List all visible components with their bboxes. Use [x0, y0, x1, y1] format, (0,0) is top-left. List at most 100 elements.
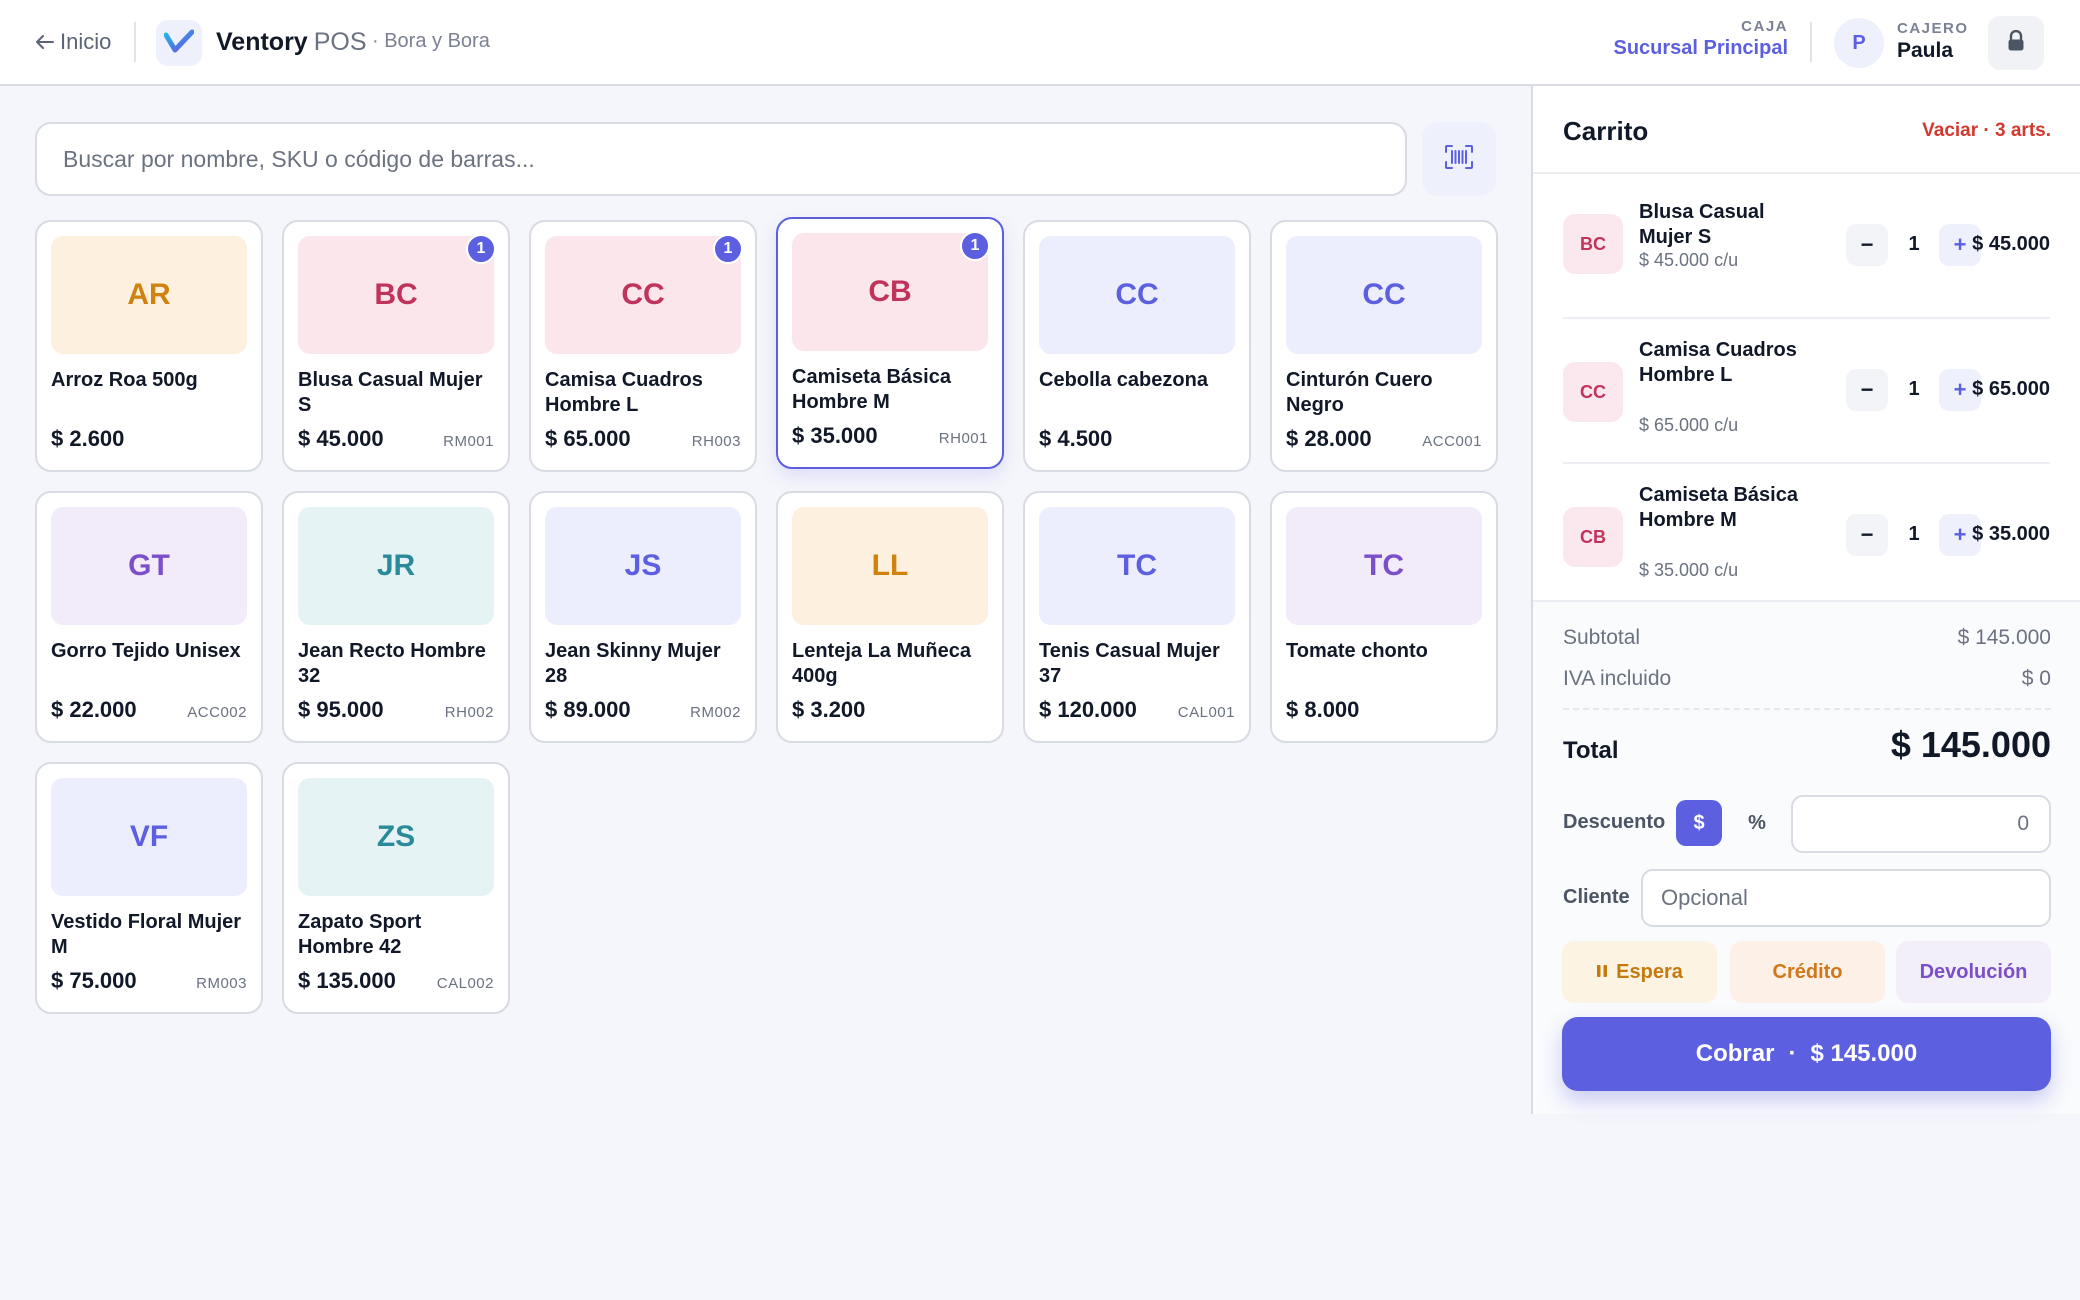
product-name: Blusa Casual Mujer S [298, 369, 483, 416]
product-name: Arroz Roa 500g [51, 369, 198, 391]
product-price: $ 95.000 [298, 697, 384, 722]
product-initials: JS [624, 549, 662, 582]
header-divider [1810, 22, 1812, 62]
product-thumbnail: GT [51, 507, 247, 625]
product-card[interactable]: TC Tenis Casual Mujer 37 $ 120.000 CAL001 [1023, 491, 1251, 743]
product-initials: CB [868, 275, 912, 308]
product-grid: AR Arroz Roa 500g $ 2.600 BC Blusa Casual Mu… [35, 217, 1498, 1014]
brand-title: Ventory [216, 28, 308, 56]
product-initials: ZS [376, 820, 416, 853]
back-home-link[interactable]: Inicio [36, 26, 111, 58]
product-card[interactable]: GT Gorro Tejido Unisex $ 22.000 ACC002 [35, 491, 263, 743]
product-thumbnail: JS [545, 507, 741, 625]
product-name: Vestido Floral Mujer M [51, 911, 242, 958]
product-initials: CC [621, 278, 665, 311]
discount-label: Descuento [1563, 811, 1666, 833]
subtotal-label: Subtotal [1563, 626, 1641, 649]
back-home-label: Inicio [60, 29, 112, 54]
product-price: $ 65.000 [545, 426, 631, 451]
cart-item-total: $ 35.000 [1972, 523, 2050, 545]
product-card[interactable]: AR Arroz Roa 500g $ 2.600 [35, 220, 263, 472]
product-card[interactable]: TC Tomate chonto $ 8.000 [1270, 491, 1498, 743]
decrease-quantity-button[interactable]: − [1846, 514, 1888, 556]
product-initials: CC [1115, 278, 1159, 311]
decrease-quantity-button[interactable]: − [1846, 369, 1888, 411]
product-thumbnail: LL [792, 507, 988, 625]
product-card[interactable]: JS Jean Skinny Mujer 28 $ 89.000 RM002 [529, 491, 757, 743]
product-sku: ACC001 [1422, 433, 1482, 450]
product-thumbnail: JR [298, 507, 494, 625]
product-price: $ 135.000 [298, 968, 396, 993]
brand-name: Ventory POS [216, 28, 367, 57]
product-initials: VF [129, 820, 169, 853]
return-button[interactable]: Devolución [1896, 941, 2051, 1003]
credit-button[interactable]: Crédito [1730, 941, 1885, 1003]
product-initials: JR [376, 549, 416, 582]
store-name: · Bora y Bora [372, 30, 490, 52]
product-initials: TC [1117, 549, 1157, 582]
product-initials: AR [127, 278, 171, 311]
product-card[interactable]: JR Jean Recto Hombre 32 $ 95.000 RH002 [282, 491, 510, 743]
product-name: Camiseta Básica Hombre M [792, 366, 951, 413]
cart-item-quantity: 1 [1908, 233, 1920, 255]
product-sku: ACC002 [187, 704, 247, 721]
product-price: $ 75.000 [51, 968, 137, 993]
brand-suffix: POS [313, 28, 367, 56]
cart-item-unit-price: $ 35.000 c/u [1639, 560, 1739, 580]
product-initials: TC [1364, 549, 1404, 582]
discount-input[interactable] [1791, 795, 2051, 853]
cart-item-total: $ 45.000 [1972, 233, 2050, 255]
product-name: Jean Recto Hombre 32 [298, 640, 486, 687]
cart-item-avatar: BC [1563, 214, 1623, 274]
product-card[interactable]: CC Camisa Cuadros Hombre L $ 65.000 RH003 1 [529, 220, 757, 472]
product-sku: RH001 [938, 430, 988, 447]
search-input[interactable] [63, 145, 1405, 173]
checkmark-logo-icon [163, 29, 195, 58]
client-input[interactable] [1641, 869, 2051, 927]
product-name: Zapato Sport Hombre 42 [298, 911, 422, 958]
discount-percent-toggle[interactable]: % [1734, 800, 1780, 846]
tax-label: IVA incluido [1563, 667, 1672, 690]
product-sku: RM001 [443, 433, 494, 450]
product-name: Tomate chonto [1286, 640, 1428, 662]
cart-item-unit-price: $ 45.000 c/u [1639, 250, 1739, 270]
product-name: Cinturón Cuero Negro [1286, 369, 1433, 416]
product-thumbnail: CC [545, 236, 741, 354]
lock-button[interactable] [1988, 16, 2044, 70]
top-bar: Inicio Ventory POS · Bora y Bora CAJA Su… [0, 0, 2080, 86]
decrease-quantity-button[interactable]: − [1846, 224, 1888, 266]
product-sku: RH002 [444, 704, 494, 721]
product-price: $ 22.000 [51, 697, 137, 722]
charge-button[interactable]: Cobrar · $ 145.000 [1562, 1017, 2051, 1091]
clear-cart-button[interactable]: Vaciar · 3 arts. [1922, 120, 2051, 142]
product-card[interactable]: CC Cebolla cabezona $ 4.500 [1023, 220, 1251, 472]
discount-amount-toggle[interactable]: $ [1676, 800, 1722, 846]
cart-item-quantity: 1 [1908, 523, 1920, 545]
barcode-scan-icon [1444, 144, 1474, 175]
barcode-scan-button[interactable] [1422, 122, 1496, 196]
hold-button[interactable]: Espera [1562, 941, 1717, 1003]
product-search[interactable] [35, 122, 1407, 196]
charge-amount: $ 145.000 [1810, 1040, 1918, 1067]
arrow-left-icon [36, 29, 54, 55]
product-card[interactable]: CC Cinturón Cuero Negro $ 28.000 ACC001 [1270, 220, 1498, 472]
product-name: Lenteja La Muñeca 400g [792, 640, 971, 687]
cashier-avatar: P [1834, 18, 1884, 68]
product-card[interactable]: CB Camiseta Básica Hombre M $ 35.000 RH001 1 [776, 217, 1004, 469]
product-card[interactable]: BC Blusa Casual Mujer S $ 45.000 RM001 1 [282, 220, 510, 472]
cart-title: Carrito [1563, 116, 1649, 146]
product-name: Camisa Cuadros Hombre L [545, 369, 703, 416]
cashier-label: CAJERO [1897, 20, 1969, 37]
cart-item-name: Camisa Cuadros Hombre L [1639, 339, 1797, 386]
product-card[interactable]: LL Lenteja La Muñeca 400g $ 3.200 [776, 491, 1004, 743]
product-sku: RM002 [690, 704, 741, 721]
product-thumbnail: ZS [298, 778, 494, 896]
cart-quantity-badge: 1 [713, 234, 743, 264]
product-card[interactable]: ZS Zapato Sport Hombre 42 $ 135.000 CAL002 [282, 762, 510, 1014]
register-info: CAJA Sucursal Principal [1613, 18, 1788, 60]
product-card[interactable]: VF Vestido Floral Mujer M $ 75.000 RM003 [35, 762, 263, 1014]
total-label: Total [1563, 737, 1619, 764]
product-price: $ 3.200 [792, 697, 866, 722]
cashier-info: CAJERO Paula [1897, 20, 1969, 63]
hold-label: Espera [1616, 960, 1683, 983]
